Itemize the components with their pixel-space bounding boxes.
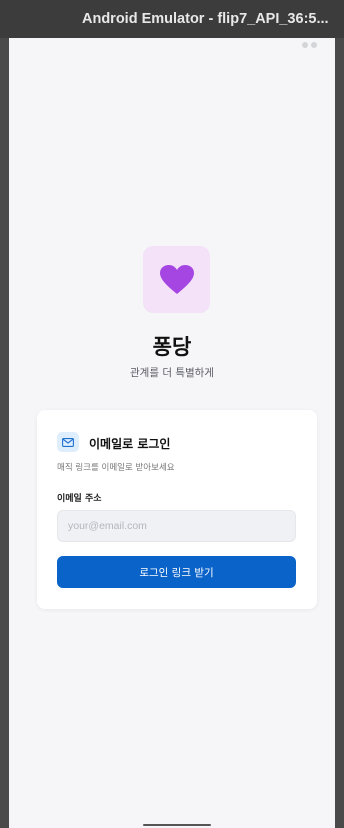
phone-screen: 퐁당 관계를 더 특별하게 이메일로 로그인 매직 링크를 이메일로 받아보세요… <box>9 38 335 828</box>
mail-icon-badge <box>57 432 79 452</box>
email-field[interactable] <box>57 510 296 542</box>
mail-icon <box>62 437 74 447</box>
battery-icon <box>311 42 317 48</box>
home-indicator[interactable] <box>143 824 211 826</box>
send-login-link-button[interactable]: 로그인 링크 받기 <box>57 556 296 588</box>
app-name: 퐁당 <box>152 335 192 359</box>
login-card-title: 이메일로 로그인 <box>89 437 171 451</box>
window-title: Android Emulator - flip7_API_36:5... <box>0 0 344 38</box>
wifi-icon <box>302 42 308 48</box>
login-card: 이메일로 로그인 매직 링크를 이메일로 받아보세요 이메일 주소 로그인 링크… <box>37 410 317 609</box>
email-field-label: 이메일 주소 <box>57 494 102 504</box>
app-logo <box>143 246 210 313</box>
status-icons-right <box>302 42 317 48</box>
status-bar <box>9 38 335 52</box>
app-tagline: 관계를 더 특별하게 <box>130 367 214 379</box>
heart-icon <box>159 264 194 294</box>
login-card-description: 매직 링크를 이메일로 받아보세요 <box>57 463 175 473</box>
